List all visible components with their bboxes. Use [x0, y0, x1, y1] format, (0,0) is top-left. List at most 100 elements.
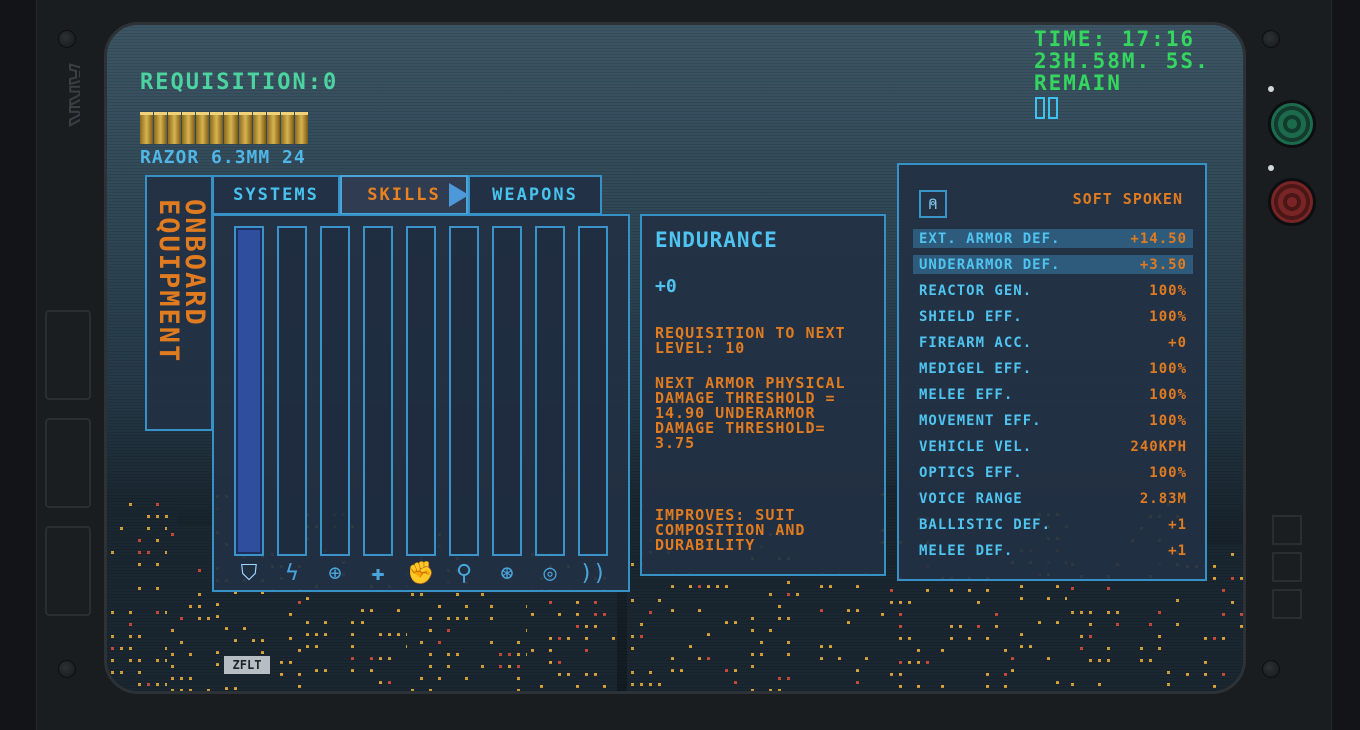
bullet-icon	[210, 112, 224, 144]
shield-icon[interactable]: ⛉	[234, 560, 264, 588]
stat-value: 100%	[1149, 360, 1187, 377]
melee-fist-icon[interactable]: ✊	[406, 560, 436, 588]
stat-label: UNDERARMOR DEF.	[919, 256, 1061, 273]
stat-row: MELEE EFF. 100%	[913, 385, 1193, 404]
stat-label: OPTICS EFF.	[919, 464, 1023, 481]
onboard-equipment-label: ONBOARD EQUIPMENT	[153, 199, 210, 364]
skill-bar[interactable]	[449, 226, 479, 556]
skill-detail-panel: ENDURANCE +0 REQUISITION TO NEXT LEVEL: …	[640, 214, 886, 576]
crosshair-icon[interactable]: ⊕	[320, 560, 350, 588]
bullet-icon	[154, 112, 168, 144]
stat-row: OPTICS EFF. 100%	[913, 463, 1193, 482]
stat-value: +14.50	[1130, 230, 1187, 247]
skill-bar[interactable]	[406, 226, 436, 556]
side-panel-slot	[45, 526, 91, 616]
skill-bar[interactable]	[320, 226, 350, 556]
requisition-to-next-level: REQUISITION TO NEXT LEVEL: 10	[655, 324, 846, 357]
onboard-equipment-tab[interactable]: ONBOARD EQUIPMENT	[145, 175, 213, 431]
timer-remaining: 23H.58M. 5S.	[1034, 49, 1210, 73]
screw-icon	[58, 30, 76, 48]
skill-bar[interactable]	[578, 226, 608, 556]
bullet-icon	[266, 112, 280, 144]
bullet-icon	[238, 112, 252, 144]
stat-row: FIREARM ACC. +0	[913, 333, 1193, 352]
bullet-icon	[224, 112, 238, 144]
mouse-cursor-icon	[449, 183, 469, 207]
skill-improves-text: IMPROVES: SUIT COMPOSITION AND DURABILIT…	[655, 506, 806, 554]
screw-icon	[1262, 660, 1280, 678]
perk-icon[interactable]: ⍝	[919, 190, 947, 218]
stat-label: MEDIGEL EFF.	[919, 360, 1033, 377]
medical-cross-icon[interactable]: ✚	[363, 560, 393, 588]
tab-systems[interactable]: SYSTEMS	[212, 175, 340, 215]
stat-value: 100%	[1149, 464, 1187, 481]
stat-row: VEHICLE VEL. 240KPH	[913, 437, 1193, 456]
stat-value: +1	[1168, 516, 1187, 533]
green-console-knob[interactable]	[1268, 100, 1316, 148]
bullet-icon	[140, 112, 154, 144]
stat-label: MELEE DEF.	[919, 542, 1014, 559]
requisition-counter: REQUISITION:0	[140, 70, 339, 95]
ammo-label: RAZOR 6.3MM 24	[140, 147, 306, 168]
stat-label: MOVEMENT EFF.	[919, 412, 1042, 429]
stat-value: +3.50	[1139, 256, 1187, 273]
skill-title: ENDURANCE	[655, 228, 778, 252]
stat-row: EXT. ARMOR DEF. +14.50	[913, 229, 1193, 248]
stat-label: VEHICLE VEL.	[919, 438, 1033, 455]
skill-bar[interactable]	[363, 226, 393, 556]
bullet-icon	[280, 112, 294, 144]
stat-value: 100%	[1149, 412, 1187, 429]
stat-row: MEDIGEL EFF. 100%	[913, 359, 1193, 378]
skill-bar[interactable]	[492, 226, 522, 556]
stat-value: 100%	[1149, 308, 1187, 325]
skill-bar[interactable]	[535, 226, 565, 556]
skill-bars	[234, 226, 608, 556]
bullet-icon	[182, 112, 196, 144]
steering-wheel-icon[interactable]: ⊛	[492, 560, 522, 588]
side-panel-slot	[1272, 589, 1302, 619]
mission-timer: TIME: 17:16 23H.58M. 5S. REMAIN	[1034, 28, 1210, 94]
side-panel-slot	[45, 310, 91, 400]
skill-value: +0	[655, 276, 677, 297]
skill-icons: ⛉ ϟ ⊕ ✚ ✊ ⚲ ⊛ ◎))	[234, 560, 608, 588]
stat-value: 100%	[1149, 386, 1187, 403]
stat-row: BALLISTIC DEF. +1	[913, 515, 1193, 534]
skills-panel: ⛉ ϟ ⊕ ✚ ✊ ⚲ ⊛ ◎))	[212, 214, 630, 592]
timer-remain-label: REMAIN	[1034, 71, 1122, 95]
red-console-knob[interactable]	[1268, 178, 1316, 226]
skill-bar[interactable]	[277, 226, 307, 556]
bullet-icon	[168, 112, 182, 144]
stat-row: MOVEMENT EFF. 100%	[913, 411, 1193, 430]
bullet-icon	[196, 112, 210, 144]
pause-icon[interactable]	[1035, 97, 1059, 119]
stat-label: MELEE EFF.	[919, 386, 1014, 403]
running-icon[interactable]: ⚲	[449, 560, 479, 588]
stat-row: REACTOR GEN. 100%	[913, 281, 1193, 300]
bullet-icon	[252, 112, 266, 144]
stat-value: +0	[1168, 334, 1187, 351]
ammo-bullets-icon	[140, 112, 308, 144]
stat-label: BALLISTIC DEF.	[919, 516, 1052, 533]
side-panel-slot	[45, 418, 91, 508]
screw-icon	[58, 660, 76, 678]
indicator-led	[1268, 165, 1274, 171]
skill-bar[interactable]	[234, 226, 264, 556]
indicator-led	[1268, 86, 1274, 92]
stat-label: REACTOR GEN.	[919, 282, 1033, 299]
voice-waves-icon[interactable]: ))	[578, 560, 608, 588]
side-panel-slot	[1272, 515, 1302, 545]
tab-weapons[interactable]: WEAPONS	[468, 175, 602, 215]
suit-stats-panel: ⍝ SOFT SPOKEN EXT. ARMOR DEF. +14.50 UNDER…	[897, 163, 1207, 581]
stat-label: EXT. ARMOR DEF.	[919, 230, 1061, 247]
menu-tabs: SYSTEMS SKILLS WEAPONS	[212, 175, 602, 215]
side-panel-slot	[1272, 552, 1302, 582]
stat-row: UNDERARMOR DEF. +3.50	[913, 255, 1193, 274]
perk-name: SOFT SPOKEN	[1072, 190, 1183, 208]
lightning-arrow-icon[interactable]: ϟ	[277, 560, 307, 588]
stat-label: SHIELD EFF.	[919, 308, 1023, 325]
timer-clock: TIME: 17:16	[1034, 27, 1196, 51]
stat-row: MELEE DEF. +1	[913, 541, 1193, 560]
eye-icon[interactable]: ◎	[535, 560, 565, 588]
stat-row: SHIELD EFF. 100%	[913, 307, 1193, 326]
stat-value: 240KPH	[1130, 438, 1187, 455]
